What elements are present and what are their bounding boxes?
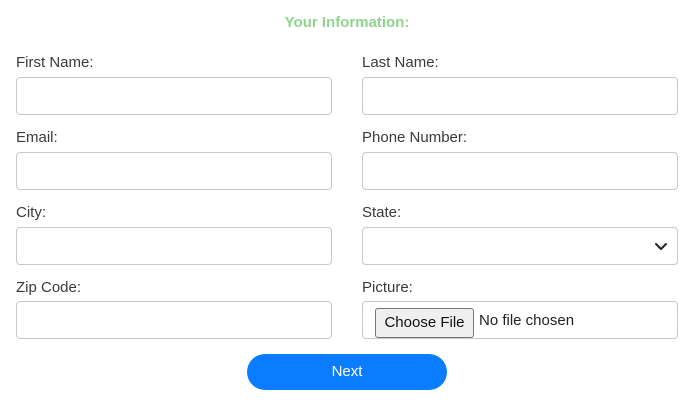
picture-label: Picture:	[362, 279, 413, 296]
phone-number-label: Phone Number:	[362, 129, 468, 146]
first-name-input[interactable]	[16, 77, 332, 115]
choose-file-button[interactable]: Choose File	[375, 308, 474, 338]
file-status-text: No file chosen	[479, 312, 575, 329]
city-label: City:	[16, 204, 46, 221]
city-input[interactable]	[16, 227, 332, 265]
next-button[interactable]: Next	[247, 354, 447, 390]
zip-code-input[interactable]	[16, 301, 332, 339]
last-name-input[interactable]	[362, 77, 678, 115]
information-form: Your Information: First Name: Last Name:…	[0, 0, 696, 411]
email-input[interactable]	[16, 152, 332, 190]
zip-code-label: Zip Code:	[16, 279, 82, 296]
form-title: Your Information:	[284, 14, 410, 31]
email-label: Email:	[16, 129, 58, 146]
picture-file-input[interactable]: Choose File No file chosen	[362, 301, 678, 339]
last-name-label: Last Name:	[362, 54, 439, 71]
state-select[interactable]	[362, 227, 678, 265]
chevron-down-icon	[655, 243, 667, 250]
state-label: State:	[362, 204, 402, 221]
first-name-label: First Name:	[16, 54, 94, 71]
phone-number-input[interactable]	[362, 152, 678, 190]
